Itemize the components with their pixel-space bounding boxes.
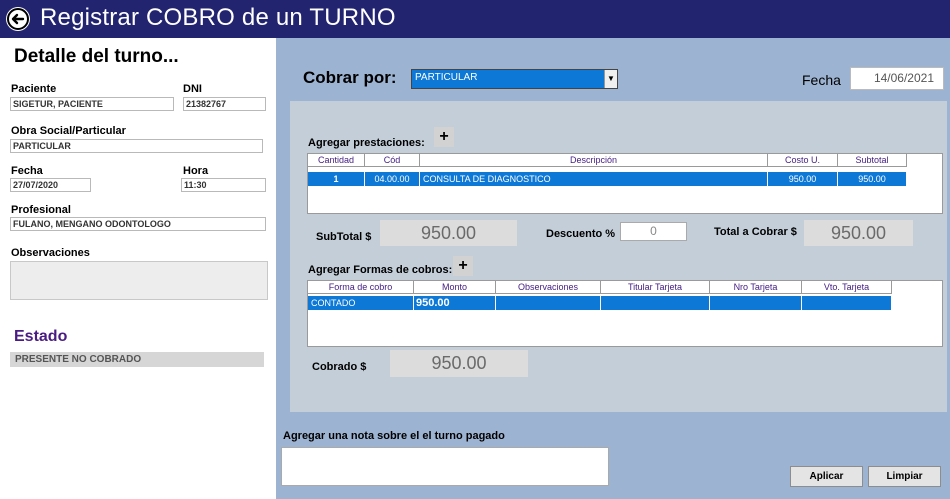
forma-cobro-cell: CONTADO — [308, 296, 414, 310]
column-header[interactable]: Nro Tarjeta — [710, 281, 802, 294]
chevron-down-icon[interactable]: ▼ — [604, 70, 617, 88]
prestaciones-table: Cantidad Cód Descripción Costo U. Subtot… — [307, 153, 943, 214]
nota-label: Agregar una nota sobre el el turno pagad… — [283, 430, 505, 442]
observaciones-label: Observaciones — [11, 247, 90, 259]
nota-field[interactable] — [281, 447, 609, 486]
cobrado-value: 950.00 — [390, 350, 528, 377]
descuento-label: Descuento % — [546, 228, 616, 240]
column-header[interactable]: Cantidad — [308, 154, 365, 167]
column-header[interactable]: Subtotal — [838, 154, 907, 167]
formas-cobro-table: Forma de cobro Monto Observaciones Titul… — [307, 280, 943, 347]
table-row[interactable]: CONTADO 950.00 — [308, 296, 892, 310]
vto-tarjeta-cell — [802, 296, 892, 310]
add-forma-cobro-plus-icon[interactable]: + — [453, 256, 473, 276]
descuento-field[interactable]: 0 — [620, 222, 687, 241]
subtotal-cell: 950.00 — [838, 172, 907, 186]
column-header[interactable]: Monto — [414, 281, 496, 294]
paciente-field[interactable]: SIGETUR, PACIENTE — [10, 97, 174, 111]
column-header[interactable]: Vto. Tarjeta — [802, 281, 892, 294]
cobrado-label: Cobrado $ — [312, 361, 367, 373]
profesional-label: Profesional — [11, 204, 71, 216]
costo-cell: 950.00 — [768, 172, 838, 186]
subtotal-value: 950.00 — [380, 220, 517, 246]
monto-cell: 950.00 — [414, 296, 496, 310]
hora-field[interactable]: 11:30 — [181, 178, 266, 192]
hora-label: Hora — [183, 165, 209, 177]
obra-social-label: Obra Social/Particular — [11, 125, 126, 137]
cantidad-cell: 1 — [308, 172, 365, 186]
nro-tarjeta-cell — [710, 296, 802, 310]
observaciones-field[interactable] — [10, 261, 268, 300]
codigo-cell: 04.00.00 — [365, 172, 420, 186]
dni-field[interactable]: 21382767 — [183, 97, 266, 111]
column-header[interactable]: Forma de cobro — [308, 281, 414, 294]
estado-value: PRESENTE NO COBRADO — [10, 352, 264, 367]
titular-cell — [601, 296, 710, 310]
column-header[interactable]: Cód — [365, 154, 420, 167]
aplicar-button[interactable]: Aplicar — [790, 466, 863, 487]
column-header[interactable]: Descripción — [420, 154, 768, 167]
cobrar-por-label: Cobrar por: — [303, 68, 397, 87]
column-header[interactable]: Observaciones — [496, 281, 601, 294]
formas-cobro-label: Agregar Formas de cobros: — [308, 264, 453, 276]
limpiar-button[interactable]: Limpiar — [868, 466, 941, 487]
add-prestacion-plus-icon[interactable]: + — [434, 127, 454, 147]
column-header[interactable]: Titular Tarjeta — [601, 281, 710, 294]
column-header[interactable]: Costo U. — [768, 154, 838, 167]
back-arrow-icon[interactable] — [6, 7, 30, 31]
cobrar-por-value: PARTICULAR — [415, 72, 478, 83]
profesional-field[interactable]: FULANO, MENGANO ODONTOLOGO — [10, 217, 266, 231]
estado-title: Estado — [14, 328, 68, 345]
subtotal-label: SubTotal $ — [316, 231, 372, 243]
detail-title: Detalle del turno... — [14, 46, 179, 67]
window-title: Registrar COBRO de un TURNO — [40, 4, 396, 31]
table-row[interactable]: 1 04.00.00 CONSULTA DE DIAGNOSTICO 950.0… — [308, 172, 907, 186]
total-cobrar-label: Total a Cobrar $ — [714, 226, 797, 238]
dni-label: DNI — [183, 83, 202, 95]
prestaciones-label: Agregar prestaciones: — [308, 137, 425, 149]
fecha-turno-field[interactable]: 27/07/2020 — [10, 178, 91, 192]
obra-social-field[interactable]: PARTICULAR — [10, 139, 263, 153]
fecha-turno-label: Fecha — [11, 165, 43, 177]
observaciones-cell — [496, 296, 601, 310]
fecha-cobro-label: Fecha — [802, 72, 841, 88]
descripcion-cell: CONSULTA DE DIAGNOSTICO — [420, 172, 768, 186]
paciente-label: Paciente — [11, 83, 57, 95]
fecha-cobro-field[interactable]: 14/06/2021 — [850, 67, 944, 90]
total-cobrar-value: 950.00 — [804, 220, 913, 246]
